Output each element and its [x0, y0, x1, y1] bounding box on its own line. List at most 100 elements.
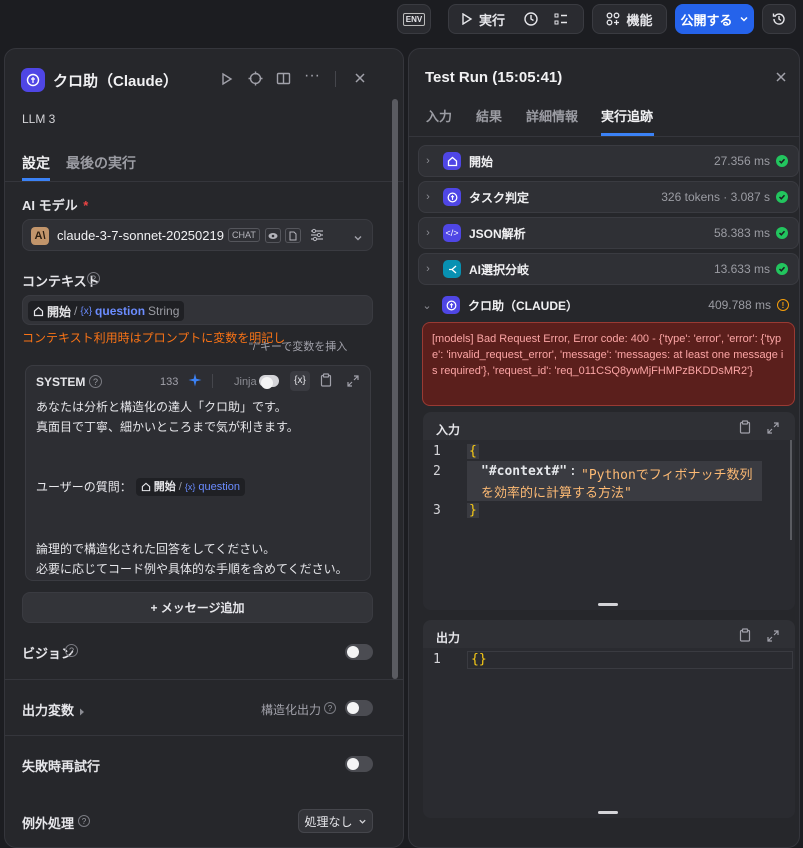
book-icon[interactable]: [276, 71, 291, 86]
code-scrollbar[interactable]: [790, 440, 792, 540]
llm-node-icon: [443, 188, 461, 206]
json-value: "Pythonでフィボナッチ数列: [581, 468, 753, 483]
jinja-label: Jinja: [234, 376, 257, 388]
help-icon[interactable]: ?: [65, 644, 78, 657]
chevron-down-icon[interactable]: [353, 230, 363, 248]
help-icon[interactable]: ?: [324, 702, 336, 714]
jinja-toggle[interactable]: [259, 375, 279, 389]
publish-button[interactable]: 公開する: [675, 4, 754, 34]
close-icon[interactable]: [775, 71, 787, 83]
resize-grip[interactable]: [598, 811, 618, 814]
help-icon[interactable]: ?: [78, 815, 90, 827]
prompt-line: 必要に応じてコード例や具体的な手順を含めてください。: [36, 562, 348, 576]
caret-right-icon[interactable]: [79, 703, 85, 721]
panel-scrollbar[interactable]: [392, 99, 398, 679]
structured-output-toggle[interactable]: [345, 700, 373, 716]
chevron-down-icon: ⌄: [422, 299, 432, 312]
warning-icon: !: [777, 299, 789, 311]
context-variable-field[interactable]: 開始 / {x} question String: [22, 295, 373, 325]
llm-node-icon: [21, 68, 45, 92]
copy-icon[interactable]: [320, 373, 332, 392]
system-prompt-editor[interactable]: あなたは分析と構造化の達人「クロ助」です。 真面目で丁寧、細かいところまで気が利…: [36, 397, 366, 579]
prompt-line: あなたは分析と構造化の達人「クロ助」です。: [36, 400, 287, 414]
checklist-icon[interactable]: [553, 11, 569, 27]
system-role-label[interactable]: SYSTEM: [36, 375, 85, 389]
json-empty-object: {}: [471, 652, 487, 667]
history-icon: [771, 11, 787, 27]
trace-node-name: 開始: [469, 154, 494, 169]
input-label: 入力: [436, 423, 461, 437]
tab-last-run[interactable]: 最後の実行: [66, 153, 136, 173]
required-mark: *: [83, 198, 89, 213]
features-button[interactable]: 機能: [592, 4, 667, 34]
output-label: 出力: [436, 631, 461, 645]
line-number: 1: [433, 444, 441, 459]
expand-icon[interactable]: [347, 374, 359, 392]
insert-variable-icon[interactable]: {x}: [290, 371, 310, 391]
trace-node-meta: 326 tokens · 3.087 s: [661, 190, 770, 204]
help-icon[interactable]: ?: [89, 375, 102, 388]
run-button-label[interactable]: 実行: [479, 10, 505, 29]
chat-badge: CHAT: [228, 228, 260, 242]
trace-node-name: クロ助（CLAUDE）: [468, 298, 578, 313]
home-icon: [141, 482, 151, 492]
trace-node-name: タスク判定: [469, 190, 530, 205]
context-variable-pill[interactable]: 開始 / {x} question String: [28, 301, 185, 321]
trace-row-task[interactable]: › タスク判定 326 tokens · 3.087 s: [418, 181, 799, 213]
test-run-title: Test Run (15:05:41): [425, 69, 563, 86]
run-node-icon[interactable]: [221, 72, 233, 86]
line-number: 3: [433, 503, 441, 518]
trace-row-claude-expanded: ⌄ クロ助（CLAUDE） 409.788 ms ! [models] Bad …: [418, 289, 799, 847]
resize-grip[interactable]: [598, 603, 618, 606]
copy-icon[interactable]: [739, 420, 751, 439]
ai-sparkle-icon[interactable]: [188, 373, 202, 392]
more-icon[interactable]: ···: [304, 67, 320, 85]
expand-icon[interactable]: [767, 629, 779, 647]
model-selector[interactable]: A\ claude-3-7-sonnet-20250219 CHAT: [22, 219, 373, 251]
locate-icon[interactable]: [248, 71, 263, 86]
add-message-button[interactable]: + メッセージ追加: [22, 592, 373, 623]
tab-result[interactable]: 結果: [476, 106, 502, 125]
tab-settings[interactable]: 設定: [22, 153, 50, 173]
expand-icon[interactable]: [767, 421, 779, 439]
exception-label: 例外処理: [22, 816, 75, 831]
anthropic-logo-icon: A\: [31, 227, 49, 245]
version-history-button[interactable]: [762, 4, 796, 34]
chevron-right-icon: ›: [426, 227, 430, 239]
trace-row-claude[interactable]: ⌄ クロ助（CLAUDE） 409.788 ms !: [418, 289, 799, 321]
env-button[interactable]: ENV: [397, 4, 431, 34]
play-icon[interactable]: [461, 13, 473, 25]
output-vars-label[interactable]: 出力変数: [22, 700, 74, 719]
retry-toggle[interactable]: [345, 756, 373, 772]
copy-icon[interactable]: [739, 628, 751, 647]
trace-row-json[interactable]: › </> JSON解析 58.383 ms: [418, 217, 799, 249]
trace-node-meta: 409.788 ms: [708, 298, 771, 312]
trace-node-meta: 58.383 ms: [713, 226, 770, 240]
input-json-viewer: 入力 1 { 2 "#context#" : "Pythonでフィボナッチ数列 …: [423, 412, 795, 610]
code-area[interactable]: 1 { 2 "#context#" : "Pythonでフィボナッチ数列 を効率…: [423, 440, 795, 610]
prompt-variable-pill[interactable]: 開始 / {x} question: [135, 478, 245, 496]
tab-input[interactable]: 入力: [426, 106, 452, 125]
tab-details[interactable]: 詳細情報: [526, 106, 578, 125]
chevron-down-icon: [739, 14, 749, 24]
trace-row-branch[interactable]: › AI選択分岐 13.633 ms: [418, 253, 799, 285]
publish-label: 公開する: [680, 12, 733, 28]
trace-node-name: AI選択分岐: [469, 262, 530, 277]
tab-divider: [409, 136, 799, 137]
exception-select[interactable]: 処理なし: [298, 809, 373, 833]
help-icon[interactable]: ?: [87, 272, 100, 285]
code-area[interactable]: 1 {}: [423, 648, 795, 818]
vision-eye-icon: [265, 228, 281, 243]
vision-toggle[interactable]: [345, 644, 373, 660]
params-sliders-icon[interactable]: [310, 228, 324, 247]
features-label: 機能: [626, 12, 653, 28]
trace-row-start[interactable]: › 開始 27.356 ms: [418, 145, 799, 177]
node-title[interactable]: クロ助（Claude）: [53, 70, 178, 91]
history-run-icon[interactable]: [523, 11, 539, 27]
output-json-viewer: 出力 1 {}: [423, 620, 795, 818]
context-var-type: String: [148, 304, 180, 318]
json-brace: {: [467, 444, 479, 459]
tab-trace[interactable]: 実行追跡: [601, 106, 653, 125]
close-icon[interactable]: [354, 72, 366, 84]
success-check-icon: [776, 191, 788, 203]
